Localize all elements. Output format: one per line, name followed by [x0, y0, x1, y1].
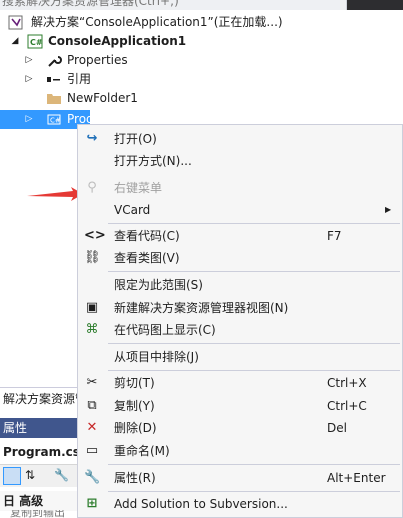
property-category-advanced[interactable]: 日 高级	[0, 491, 81, 511]
menu-item-delete[interactable]: ✕ 删除(D) Del	[78, 417, 402, 439]
properties-label: Properties	[67, 53, 128, 67]
search-placeholder-cut: 搜索解决方案资源管理器(Ctrl+;)	[2, 0, 179, 8]
context-menu: ↪ 打开(O) 打开方式(N)... ⚲ 右键菜单 VCard ▶ <> 查看代…	[77, 124, 403, 518]
menu-item-new-explorer-view[interactable]: ▣ 新建解决方案资源管理器视图(N)	[78, 297, 402, 319]
dark-panel	[347, 0, 403, 10]
subversion-add-icon: ⊞	[86, 496, 98, 511]
properties-toolbar: ⇅ 🔧	[0, 465, 78, 487]
properties-object-name[interactable]: Program.cs	[0, 440, 81, 465]
scissors-icon: ✂	[86, 375, 98, 390]
menu-separator	[108, 343, 400, 344]
menu-item-cut[interactable]: ✂ 剪切(T) Ctrl+X	[78, 372, 402, 394]
submenu-arrow-icon: ▶	[385, 205, 392, 214]
svg-text:C#: C#	[50, 117, 61, 125]
menu-item-properties[interactable]: 🔧 属性(R) Alt+Enter	[78, 467, 402, 489]
properties-window-title: 属性	[0, 418, 81, 438]
folder-icon	[46, 91, 62, 106]
tree-item-folder[interactable]: NewFolder1	[0, 89, 403, 108]
menu-item-open-with[interactable]: 打开方式(N)...	[78, 150, 402, 172]
menu-item-vcard[interactable]: VCard ▶	[78, 199, 402, 221]
menu-separator	[108, 370, 400, 371]
references-icon	[46, 72, 62, 87]
svg-text:C#: C#	[30, 38, 43, 47]
alphabetical-icon[interactable]: ⇅	[25, 468, 35, 482]
copy-icon: ⧉	[87, 398, 97, 413]
tree-item-project[interactable]: ◢ C# ConsoleApplication1	[0, 32, 403, 51]
property-row-cut: 复制到输出	[10, 510, 65, 518]
rename-icon: ▭	[85, 443, 99, 458]
project-label: ConsoleApplication1	[48, 34, 187, 48]
menu-item-show-on-code-map[interactable]: ⌘ 在代码图上显示(C)	[78, 319, 402, 341]
expanded-triangle-icon[interactable]: ◢	[10, 32, 20, 51]
delete-x-icon: ✕	[86, 420, 98, 435]
class-diagram-icon: ⛓	[84, 250, 101, 265]
menu-item-open[interactable]: ↪ 打开(O)	[78, 128, 402, 150]
tree-item-solution[interactable]: 解决方案“ConsoleApplication1”(正在加载...)	[0, 13, 403, 32]
menu-separator	[108, 271, 400, 272]
search-icon: ⚲	[87, 180, 97, 195]
collapsed-triangle-icon[interactable]: ▷	[24, 51, 34, 70]
menu-item-view-code[interactable]: <> 查看代码(C) F7	[78, 225, 402, 247]
wrench-icon: 🔧	[84, 470, 101, 485]
menu-item-view-class-diagram[interactable]: ⛓ 查看类图(V)	[78, 247, 402, 269]
menu-separator	[108, 464, 400, 465]
menu-separator	[108, 491, 400, 492]
menu-item-exclude-from-project[interactable]: 从项目中排除(J)	[78, 346, 402, 368]
csharp-project-icon: C#	[27, 34, 43, 49]
collapsed-triangle-icon[interactable]: ▷	[24, 110, 34, 129]
solution-icon	[8, 15, 24, 30]
search-bar-strip: 搜索解决方案资源管理器(Ctrl+;)	[0, 0, 403, 10]
menu-item-scope-to-this[interactable]: 限定为此范围(S)	[78, 274, 402, 296]
code-map-icon: ⌘	[85, 322, 99, 337]
csharp-file-icon: C#	[46, 112, 62, 127]
menu-item-rename[interactable]: ▭ 重命名(M)	[78, 440, 402, 462]
menu-item-right-click-menu: ⚲ 右键菜单	[78, 177, 402, 199]
menu-item-copy[interactable]: ⧉ 复制(Y) Ctrl+C	[78, 395, 402, 417]
menu-separator	[108, 223, 400, 224]
collapsed-triangle-icon[interactable]: ▷	[24, 70, 34, 89]
open-icon: ↪	[86, 131, 98, 146]
new-view-icon: ▣	[85, 300, 99, 315]
tree-item-properties[interactable]: ▷ Properties	[0, 51, 403, 70]
solution-explorer-tab[interactable]: 解决方案资源管	[0, 387, 81, 410]
tree-item-references[interactable]: ▷ 引用	[0, 70, 403, 89]
categorized-icon[interactable]	[3, 467, 21, 485]
menu-item-add-to-subversion[interactable]: ⊞ Add Solution to Subversion...	[78, 493, 402, 515]
property-pages-icon[interactable]: 🔧	[54, 468, 69, 482]
solution-label: 解决方案“ConsoleApplication1”(正在加载...)	[31, 15, 283, 29]
wrench-icon	[46, 53, 62, 68]
folder-label: NewFolder1	[67, 91, 138, 105]
red-arrow-icon	[27, 187, 83, 201]
references-label: 引用	[67, 72, 92, 86]
code-icon: <>	[84, 228, 106, 243]
